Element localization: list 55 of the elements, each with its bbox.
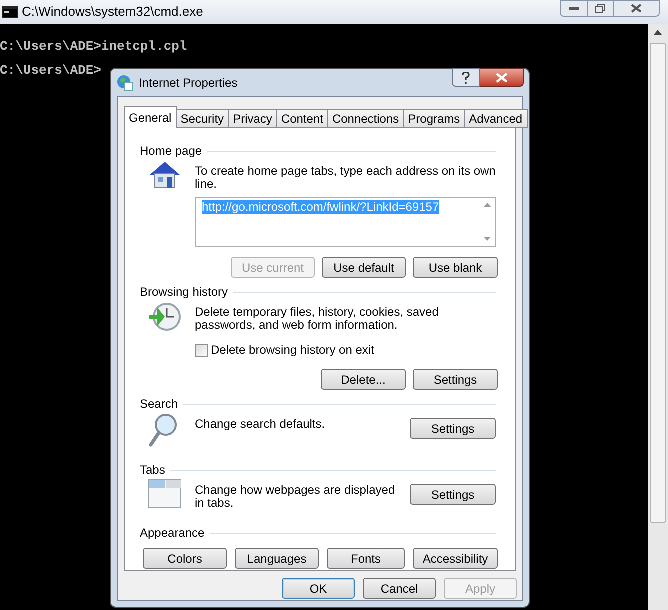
window-title: C:\Windows\system32\cmd.exe xyxy=(22,3,204,22)
description: Change search defaults. xyxy=(195,418,326,431)
description: To create home page tabs, type each address on its own line. xyxy=(195,165,496,191)
scroll-down-icon xyxy=(484,237,490,241)
group-heading: Appearance xyxy=(140,525,205,542)
button[interactable]: Use blank xyxy=(413,257,498,278)
dialog-title: Internet Properties xyxy=(139,74,238,92)
button[interactable]: OK xyxy=(282,578,355,599)
button[interactable]: Settings xyxy=(410,484,496,505)
checkbox[interactable] xyxy=(195,344,208,356)
button[interactable]: Settings xyxy=(410,418,496,439)
minimize-button[interactable] xyxy=(560,0,588,17)
scrollbar[interactable] xyxy=(648,24,668,610)
group-heading: Search xyxy=(140,396,178,413)
checkbox-label[interactable]: Delete browsing history on exit xyxy=(211,341,374,359)
tab[interactable]: Programs xyxy=(404,109,466,128)
description: Delete temporary files, history, cookies, saved passwords, and web form information. xyxy=(195,306,440,332)
button[interactable]: Colors xyxy=(143,548,227,569)
maximize-button[interactable] xyxy=(588,0,614,17)
magnifier-icon xyxy=(148,413,178,447)
tab[interactable]: Security xyxy=(176,109,230,128)
group-heading: Home page xyxy=(140,143,202,160)
help-icon xyxy=(462,72,470,84)
help-button[interactable] xyxy=(452,68,480,87)
console-line: C:\Users\ADE> xyxy=(0,62,102,80)
globe-icon xyxy=(117,74,133,90)
tab[interactable]: Connections xyxy=(328,109,404,128)
scroll-up-icon xyxy=(484,203,490,207)
tab[interactable]: Content xyxy=(277,109,328,128)
group-heading: Tabs xyxy=(140,462,166,479)
console-icon xyxy=(2,6,18,18)
close-button[interactable] xyxy=(614,0,660,17)
group-heading: Browsing history xyxy=(140,284,228,301)
console-line: C:\Users\ADE>inetcpl.cpl xyxy=(0,38,188,56)
button[interactable]: Settings xyxy=(413,369,498,390)
close-icon xyxy=(496,72,508,82)
button[interactable]: Cancel xyxy=(363,578,436,599)
description: Change how webpages are displayed in tabs. xyxy=(195,484,396,510)
tab[interactable]: General xyxy=(124,106,177,128)
button[interactable]: Use default xyxy=(322,257,406,278)
tabbed-window-icon xyxy=(148,479,182,509)
close-button[interactable] xyxy=(480,68,524,87)
button[interactable]: Fonts xyxy=(327,548,405,569)
button[interactable]: Delete... xyxy=(321,369,406,390)
house-icon xyxy=(148,160,182,190)
scroll-thumb[interactable] xyxy=(650,43,666,523)
button[interactable]: Languages xyxy=(235,548,319,569)
close-icon xyxy=(631,4,642,13)
restore-icon xyxy=(595,4,606,14)
minimize-icon xyxy=(569,6,579,10)
scroll-up-icon xyxy=(654,30,662,35)
tab[interactable]: Privacy xyxy=(229,109,278,128)
button[interactable]: Accessibility xyxy=(413,548,498,569)
tab[interactable]: Advanced xyxy=(465,109,528,128)
clock-arrow-icon xyxy=(148,301,182,333)
